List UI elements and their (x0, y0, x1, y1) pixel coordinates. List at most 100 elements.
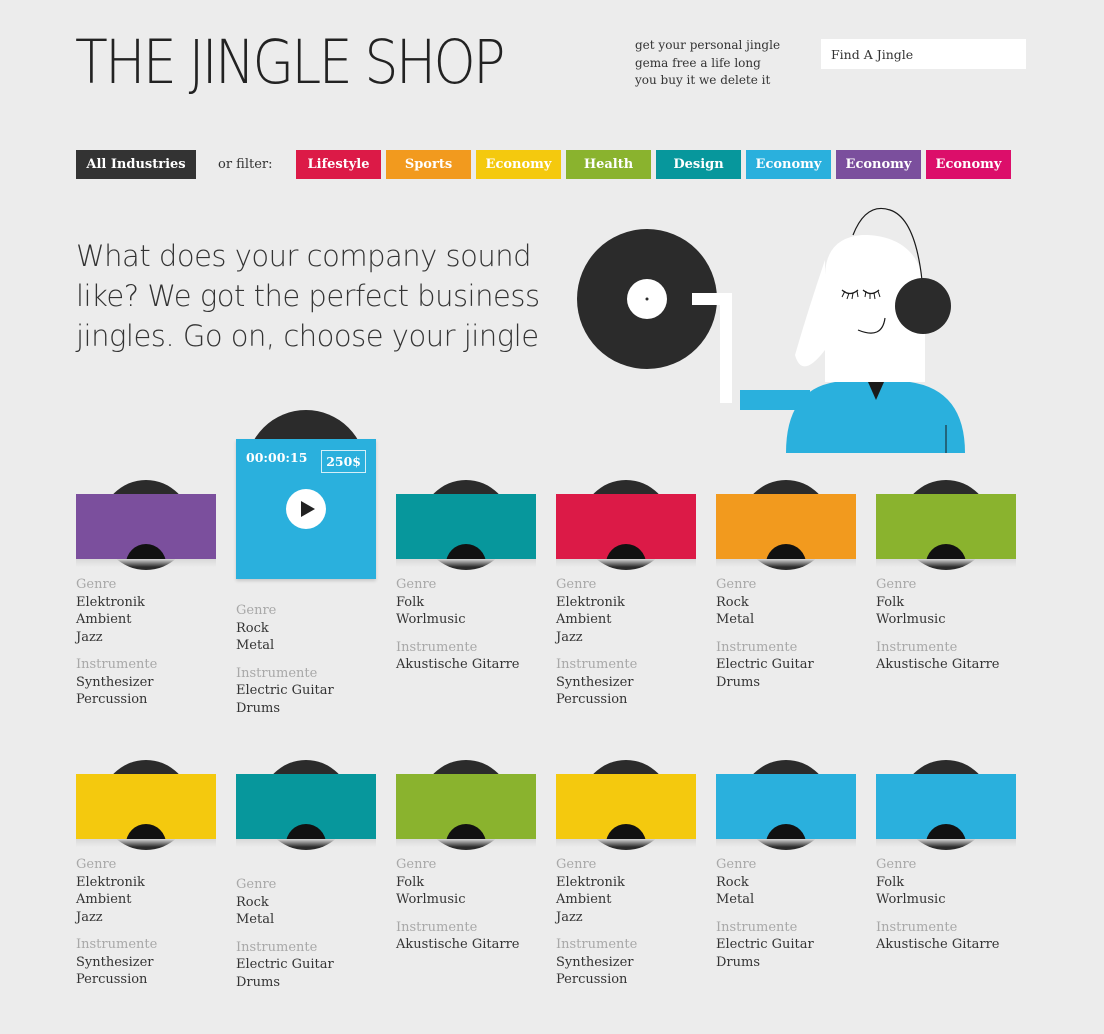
instrument-value: Drums (716, 954, 761, 970)
vinyl-hole (926, 544, 966, 559)
instrument-value: Percussion (76, 972, 148, 987)
sleeve-shadow (76, 839, 216, 847)
record-sleeve[interactable] (876, 494, 1016, 559)
instrument-value: Electric Guitar (716, 657, 814, 672)
jingle-card[interactable]: Genre Rock Metal Instrumente Electric Guitar… (716, 480, 856, 740)
jingle-meta: Genre Elektronik Ambient Jazz Instrumente Syn… (76, 576, 216, 709)
genre-value: Rock (236, 894, 269, 910)
play-button-icon[interactable] (286, 489, 326, 529)
jingle-card[interactable]: Genre Elektronik Ambient Jazz Instrumente Syn… (76, 760, 216, 1020)
vinyl-hole (446, 544, 486, 559)
genre-label: Genre (716, 857, 757, 872)
vinyl-hole (126, 544, 166, 559)
sleeve-shadow (76, 559, 216, 567)
genre-label: Genre (76, 577, 117, 592)
filter-chip-sports[interactable]: Sports (386, 150, 471, 179)
jingle-card[interactable]: Genre Rock Metal Instrumente Electric Guitar… (236, 760, 376, 1020)
jingle-meta: Genre Elektronik Ambient Jazz Instrumente Syn… (76, 856, 216, 989)
sleeve-shadow (876, 839, 1016, 847)
tagline: get your personal jingle gema free a lif… (635, 37, 780, 90)
all-industries-button[interactable]: All Industries (76, 150, 196, 179)
vinyl-hole (606, 544, 646, 559)
record-sleeve[interactable] (76, 494, 216, 559)
genre-value: Jazz (556, 629, 583, 645)
instrument-value: Akustische Gitarre (396, 937, 520, 952)
site-logo[interactable]: THE JINGLE SHOP (75, 28, 506, 98)
jingle-card[interactable]: Genre Folk Worlmusic Instrumente Akustische … (876, 760, 1016, 1020)
genre-label: Genre (716, 577, 757, 592)
genre-value: Jazz (76, 909, 103, 925)
jingle-meta: Genre Folk Worlmusic Instrumente Akustische … (396, 576, 536, 674)
jingle-card[interactable]: 00:00:15 250$ Genre Rock Metal Instrumente Ele… (236, 410, 376, 720)
instruments-label: Instrumente (556, 937, 638, 952)
record-sleeve[interactable] (396, 494, 536, 559)
record-sleeve[interactable] (396, 774, 536, 839)
jingle-card[interactable]: Genre Elektronik Ambient Jazz Instrumente Syn… (556, 480, 696, 740)
instruments-label: Instrumente (76, 657, 158, 672)
genre-value: Folk (876, 594, 905, 610)
instrument-value: Synthesizer (76, 954, 154, 970)
instrument-value: Akustische Gitarre (876, 657, 1000, 672)
record-sleeve[interactable] (76, 774, 216, 839)
vinyl-hole (606, 824, 646, 839)
genre-label: Genre (876, 577, 917, 592)
genre-value: Elektronik (556, 594, 625, 610)
price-button[interactable]: 250$ (321, 450, 366, 473)
instrument-value: Synthesizer (556, 954, 634, 970)
instrument-value: Electric Guitar (236, 683, 334, 698)
filter-chip-health[interactable]: Health (566, 150, 651, 179)
vinyl-hole (926, 824, 966, 839)
genre-value: Metal (716, 892, 755, 907)
genre-value: Ambient (556, 612, 612, 627)
record-sleeve[interactable] (716, 494, 856, 559)
tagline-line: you buy it we delete it (635, 73, 771, 87)
record-sleeve[interactable] (556, 494, 696, 559)
dj-illustration (577, 207, 965, 453)
instrument-value: Akustische Gitarre (396, 657, 520, 672)
dj-character-icon (786, 207, 965, 453)
tagline-line: gema free a life long (635, 55, 761, 70)
jingle-card[interactable]: Genre Folk Worlmusic Instrumente Akustische … (396, 760, 536, 1020)
genre-value: Elektronik (556, 874, 625, 890)
record-sleeve[interactable] (716, 774, 856, 839)
record-sleeve[interactable] (876, 774, 1016, 839)
jingle-meta: Genre Elektronik Ambient Jazz Instrumente Syn… (556, 576, 696, 709)
sleeve-shadow (556, 839, 696, 847)
instrument-value: Electric Guitar (716, 937, 814, 952)
genre-value: Rock (236, 620, 269, 636)
genre-value: Worlmusic (396, 892, 466, 907)
sleeve-shadow (556, 559, 696, 567)
hero-headline: What does your company sound like? We go… (76, 239, 540, 353)
instrument-value: Drums (236, 700, 281, 716)
filter-chip-economy[interactable]: Economy (836, 150, 921, 179)
genre-value: Folk (876, 874, 905, 890)
genre-value: Metal (236, 912, 275, 927)
jingle-card[interactable]: Genre Folk Worlmusic Instrumente Akustische … (396, 480, 536, 740)
search-input[interactable] (821, 39, 1026, 69)
record-sleeve[interactable] (556, 774, 696, 839)
sleeve-shadow (236, 839, 376, 847)
jingle-card[interactable]: Genre Elektronik Ambient Jazz Instrumente Syn… (556, 760, 696, 1020)
jingle-card[interactable]: Genre Folk Worlmusic Instrumente Akustische … (876, 480, 1016, 740)
genre-label: Genre (236, 877, 277, 892)
jingle-meta: Genre Elektronik Ambient Jazz Instrumente Syn… (556, 856, 696, 989)
genre-value: Jazz (556, 909, 583, 925)
genre-value: Ambient (76, 612, 132, 627)
instrument-value: Synthesizer (556, 674, 634, 690)
genre-value: Worlmusic (396, 612, 466, 627)
instrument-value: Akustische Gitarre (876, 937, 1000, 952)
filter-chip-economy[interactable]: Economy (746, 150, 831, 179)
record-sleeve[interactable] (236, 774, 376, 839)
instrument-value: Electric Guitar (236, 957, 334, 972)
jingle-meta: Genre Folk Worlmusic Instrumente Akustische … (876, 576, 1016, 674)
jingle-meta: Genre Rock Metal Instrumente Electric Guitar… (236, 876, 376, 991)
tagline-line: get your personal jingle (635, 38, 781, 52)
filter-chip-economy[interactable]: Economy (476, 150, 561, 179)
filter-chip-lifestyle[interactable]: Lifestyle (296, 150, 381, 179)
filter-chip-design[interactable]: Design (656, 150, 741, 179)
instruments-label: Instrumente (396, 919, 478, 935)
jingle-card[interactable]: Genre Rock Metal Instrumente Electric Guitar… (716, 760, 856, 1020)
genre-label: Genre (556, 577, 597, 592)
filter-chip-economy[interactable]: Economy (926, 150, 1011, 179)
jingle-card[interactable]: Genre Elektronik Ambient Jazz Instrumente Syn… (76, 480, 216, 740)
